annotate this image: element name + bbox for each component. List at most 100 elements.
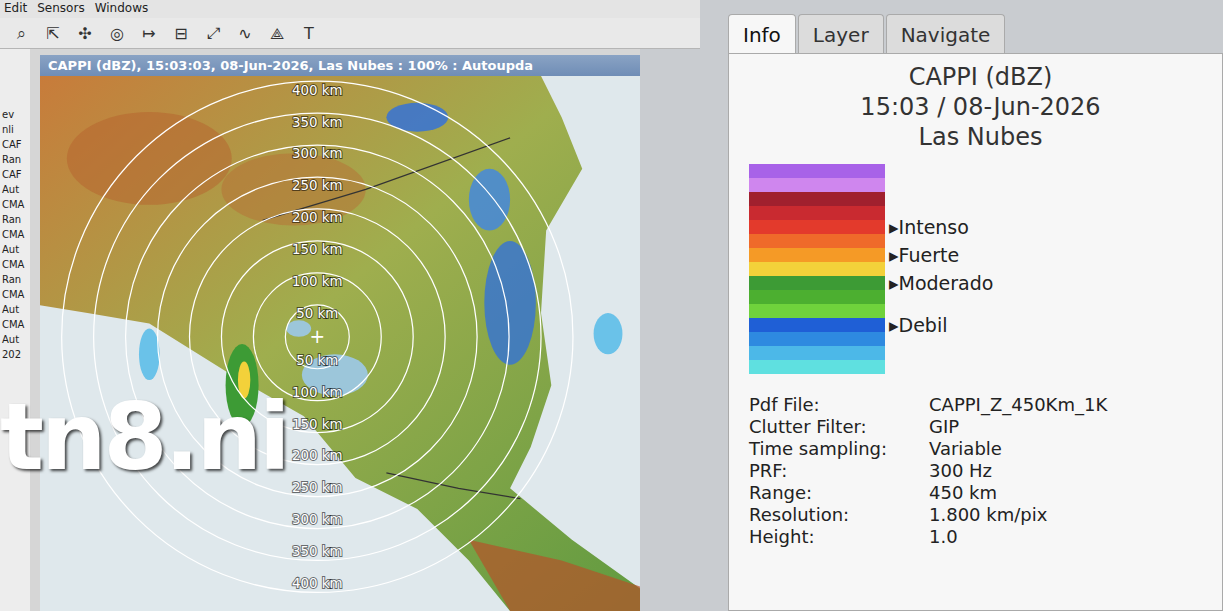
menu-item[interactable]: Sensors (37, 1, 84, 17)
ring-label: 200 km (292, 448, 343, 463)
tool-icon[interactable]: ✣ (76, 24, 94, 43)
legend-band: ▸Fuerte (749, 248, 1212, 262)
tab[interactable]: Navigate (886, 14, 1006, 53)
ring-label: 100 km (292, 385, 343, 400)
ring-label: 300 km (292, 512, 343, 527)
legend-band (749, 192, 1212, 206)
product-item[interactable]: Aut (0, 184, 30, 196)
toolbar: ⌕ ⇱ ✣ ◎ ↦ ⊟ ⤢ ∿ ⟁ T (0, 18, 700, 49)
radar-site: Las Nubes (749, 122, 1212, 152)
tool-icon[interactable]: ⌕ (12, 24, 30, 43)
tool-icon[interactable]: ⤢ (204, 24, 222, 43)
tool-icon[interactable]: ◎ (108, 24, 126, 43)
ring-label: 200 km (292, 210, 343, 225)
legend-label: ▸Intenso (885, 220, 969, 234)
field-value: 300 Hz (929, 460, 1212, 482)
range-ring (285, 305, 349, 369)
legend-swatch (749, 346, 885, 360)
legend-band (749, 290, 1212, 304)
field-label: Pdf File: (749, 394, 929, 416)
tool-icon[interactable]: ⇱ (44, 24, 62, 43)
radar-app: Edit Sensors Windows ⌕ ⇱ ✣ ◎ ↦ ⊟ ⤢ ∿ ⟁ Tev nli CAF Ran C… (0, 0, 1223, 611)
product-item[interactable]: CAF (0, 169, 30, 181)
product-item[interactable]: 202 (0, 349, 30, 361)
legend-swatch (749, 248, 885, 262)
legend-band (749, 234, 1212, 248)
tool-icon[interactable]: ↦ (140, 24, 158, 43)
tool-icon[interactable]: ∿ (236, 24, 254, 43)
ring-label: 400 km (292, 576, 343, 591)
product-item[interactable]: ev (0, 109, 30, 121)
lake (286, 320, 311, 336)
legend-band (749, 164, 1212, 178)
highland (221, 153, 365, 225)
menu-item[interactable]: Windows (95, 1, 149, 17)
legend-swatch (749, 178, 885, 192)
land (40, 76, 640, 611)
field-label: Height: (749, 526, 929, 548)
product-name: CAPPI (dBZ) (749, 62, 1212, 92)
product-item[interactable]: CMA (0, 319, 30, 331)
product-item[interactable]: CMA (0, 229, 30, 241)
legend-band (749, 178, 1212, 192)
color-legend: ▸Intenso ▸Fuerte ▸Moderado ▸Debil (749, 164, 1212, 374)
tab[interactable]: Layer (798, 14, 884, 53)
product-item[interactable]: Aut (0, 334, 30, 346)
ring-label: 300 km (292, 146, 343, 161)
legend-swatch (749, 304, 885, 318)
field-value: GIP (929, 416, 1212, 438)
product-item[interactable]: Ran (0, 274, 30, 286)
ring-label: 400 km (292, 83, 343, 98)
legend-band: ▸Moderado (749, 276, 1212, 290)
field-value: 1.800 km/pix (929, 504, 1212, 526)
field-value: 1.0 (929, 526, 1212, 548)
menu-bar: Edit Sensors Windows (0, 0, 700, 18)
radar-map[interactable]: 50 km50 km100 km100 km150 km150 km200 km… (40, 76, 640, 611)
range-ring (253, 273, 381, 401)
main-row: ev nli CAF Ran CAF Aut CMA Ran CMA Aut CMA Ran CMA Au… (0, 49, 700, 611)
product-item[interactable]: Aut (0, 304, 30, 316)
product-item[interactable]: Aut (0, 244, 30, 256)
legend-band: ▸Debil (749, 318, 1212, 332)
product-item[interactable]: nli (0, 124, 30, 136)
ring-label: 350 km (292, 115, 343, 130)
tool-icon[interactable]: T (300, 24, 318, 43)
field-value: 450 km (929, 482, 1212, 504)
legend-swatch (749, 192, 885, 206)
ring-label: 50 km (296, 353, 338, 368)
tool-icon[interactable]: ⊟ (172, 24, 190, 43)
field-label: PRF: (749, 460, 929, 482)
legend-swatch (749, 318, 885, 332)
legend-band (749, 332, 1212, 346)
legend-band (749, 346, 1212, 360)
radar-center: + (310, 326, 326, 347)
legend-swatch (749, 262, 885, 276)
field-value: CAPPI_Z_450Km_1K (929, 394, 1212, 416)
legend-band: ▸Intenso (749, 220, 1212, 234)
product-item[interactable]: CAF (0, 139, 30, 151)
ring-label: 150 km (292, 242, 343, 257)
legend-swatch (749, 206, 885, 220)
tab[interactable]: Info (728, 14, 796, 53)
watermark: tn8.ni (0, 392, 287, 484)
product-item[interactable]: CMA (0, 199, 30, 211)
ring-label: 250 km (292, 178, 343, 193)
legend-band (749, 360, 1212, 374)
ring-label: 100 km (292, 274, 343, 289)
tab-bar: InfoLayerNavigate (728, 14, 1223, 53)
product-item[interactable]: Ran (0, 154, 30, 166)
product-item[interactable]: CMA (0, 259, 30, 271)
map-canvas[interactable]: 50 km50 km100 km100 km150 km150 km200 km… (40, 76, 640, 611)
product-header: CAPPI (dBZ)15:03 / 08-Jun-2026Las Nubes (749, 62, 1212, 164)
product-item[interactable]: Ran (0, 214, 30, 226)
menu-item[interactable]: Edit (4, 1, 27, 17)
mountain-range (469, 540, 640, 611)
ring-label: 250 km (292, 480, 343, 495)
legend-label: ▸Moderado (885, 276, 993, 290)
legend-label: ▸Debil (885, 318, 947, 332)
side-panel-area: InfoLayerNavigate CAPPI (dBZ)15:03 / 08-J… (700, 0, 1223, 611)
product-item[interactable]: CMA (0, 289, 30, 301)
ring-label: 350 km (292, 544, 343, 559)
legend-swatch (749, 360, 885, 374)
tool-icon[interactable]: ⟁ (268, 24, 286, 43)
